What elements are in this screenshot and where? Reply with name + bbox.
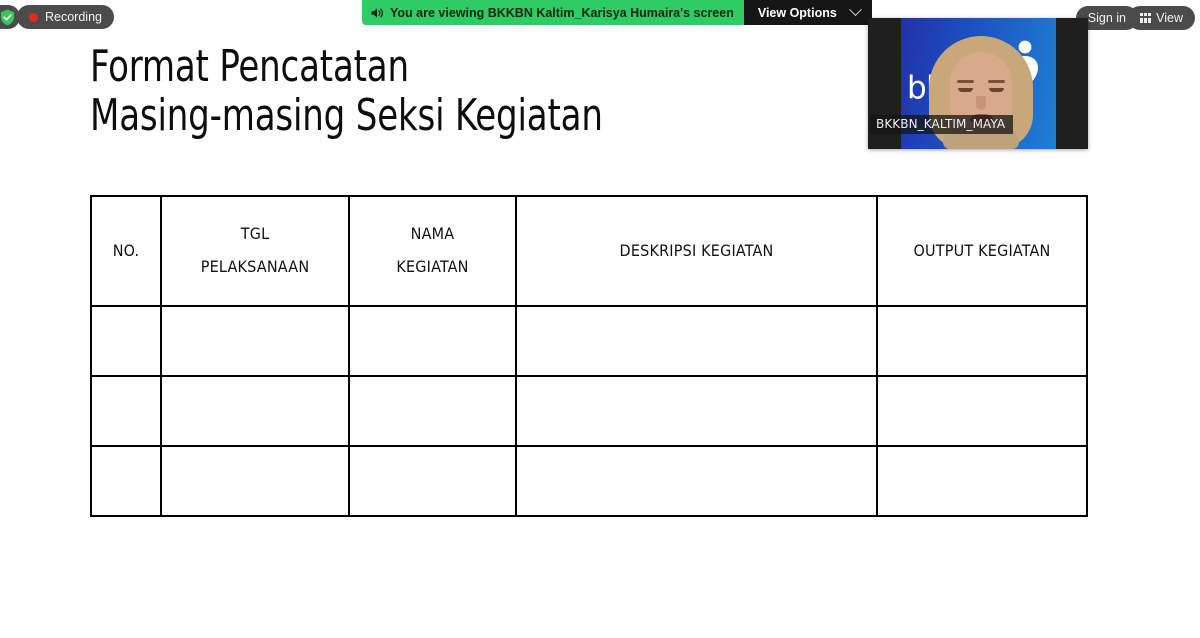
table-cell [348, 375, 517, 447]
table-cell [876, 445, 1088, 517]
viewing-screen-text: You are viewing BKKBN Kaltim_Karisya Hum… [390, 5, 734, 20]
table-header-cell-tgl-pelaksanaan: TGL PELAKSANAAN [160, 195, 350, 307]
table-cell [160, 305, 350, 377]
eyebrow-right [988, 80, 1005, 83]
recording-indicator[interactable]: Recording [17, 5, 114, 29]
page-title: Format Pencatatan Masing-masing Seksi Ke… [90, 41, 603, 142]
header-line-1: TGL [240, 224, 270, 244]
view-options-label: View Options [757, 5, 837, 20]
activity-record-table: NO. TGL PELAKSANAAN NAMA KEGIATAN DESKRI… [90, 195, 1088, 517]
table-header-cell-output-kegiatan: OUTPUT KEGIATAN [876, 195, 1088, 307]
table-header-row: NO. TGL PELAKSANAAN NAMA KEGIATAN DESKRI… [90, 195, 1088, 307]
header-line-1: NO. [112, 240, 140, 260]
table-header-cell-nama-kegiatan: NAMA KEGIATAN [348, 195, 517, 307]
table-cell [90, 375, 162, 447]
header-line-2: KEGIATAN [396, 257, 469, 276]
table-row [90, 375, 1088, 447]
table-cell [876, 375, 1088, 447]
header-line-1: OUTPUT KEGIATAN [913, 240, 1051, 260]
eye-left [958, 88, 973, 92]
table-cell [348, 305, 517, 377]
table-cell [515, 305, 878, 377]
viewing-screen-banner: You are viewing BKKBN Kaltim_Karisya Hum… [362, 0, 744, 25]
view-options-button[interactable]: View Options [743, 0, 872, 25]
table-header-cell-no: NO. [90, 195, 162, 307]
recording-label: Recording [45, 10, 102, 24]
table-cell [90, 445, 162, 517]
header-line-2: PELAKSANAAN [200, 257, 310, 276]
table-cell [515, 375, 878, 447]
nose [976, 96, 986, 110]
table-cell [160, 375, 350, 447]
screen-share-banner-group: You are viewing BKKBN Kaltim_Karisya Hum… [362, 0, 872, 25]
speaker-icon [371, 7, 384, 19]
zoom-screen-share-view: Format Pencatatan Masing-masing Seksi Ke… [0, 0, 1200, 638]
sign-in-label: Sign in [1087, 11, 1126, 25]
chevron-down-icon [848, 3, 862, 17]
grid-layout-icon [1139, 13, 1152, 23]
view-label: View [1156, 11, 1183, 25]
eye-right [989, 88, 1004, 92]
table-cell [876, 305, 1088, 377]
table-cell [160, 445, 350, 517]
table-header-cell-deskripsi-kegiatan: DESKRIPSI KEGIATAN [515, 195, 878, 307]
header-line-1: NAMA [410, 224, 455, 244]
table-cell [515, 445, 878, 517]
table-cell [348, 445, 517, 517]
participant-video-tile[interactable]: bkk Kaliman BKKBN_KALTIM_ [868, 18, 1088, 149]
view-layout-button[interactable]: View [1127, 6, 1195, 30]
table-row [90, 445, 1088, 517]
eyebrow-left [957, 80, 974, 83]
table-cell [90, 305, 162, 377]
participant-name-label: BKKBN_KALTIM_MAYA [870, 115, 1014, 134]
table-row [90, 305, 1088, 377]
recording-dot-icon [29, 12, 38, 22]
header-line-1: DESKRIPSI KEGIATAN [619, 240, 774, 260]
